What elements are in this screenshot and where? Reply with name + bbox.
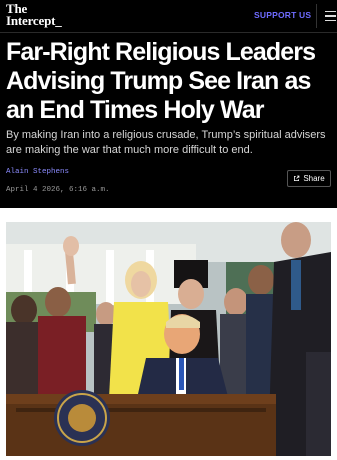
- share-button[interactable]: Share: [287, 170, 331, 187]
- support-us-link[interactable]: SUPPORT US: [254, 10, 311, 20]
- site-header: The Intercept_ SUPPORT US: [0, 0, 337, 33]
- logo-line-2: Intercept_: [6, 13, 62, 28]
- share-icon: [294, 175, 300, 181]
- hamburger-menu-icon[interactable]: [325, 11, 336, 24]
- article-body: [0, 208, 337, 460]
- site-logo[interactable]: The Intercept_: [6, 2, 62, 28]
- share-label: Share: [303, 174, 325, 183]
- article-dek: By making Iran into a religious crusade,…: [6, 129, 326, 156]
- publish-date: April 4 2026, 6:16 a.m.: [6, 186, 110, 194]
- lead-photo-illustration: [6, 222, 331, 456]
- article-headline: Far-Right Religious Leaders Advising Tru…: [6, 38, 316, 124]
- author-link[interactable]: Alain Stephens: [6, 168, 69, 176]
- lead-photo: [6, 222, 331, 456]
- header-divider: [316, 4, 317, 28]
